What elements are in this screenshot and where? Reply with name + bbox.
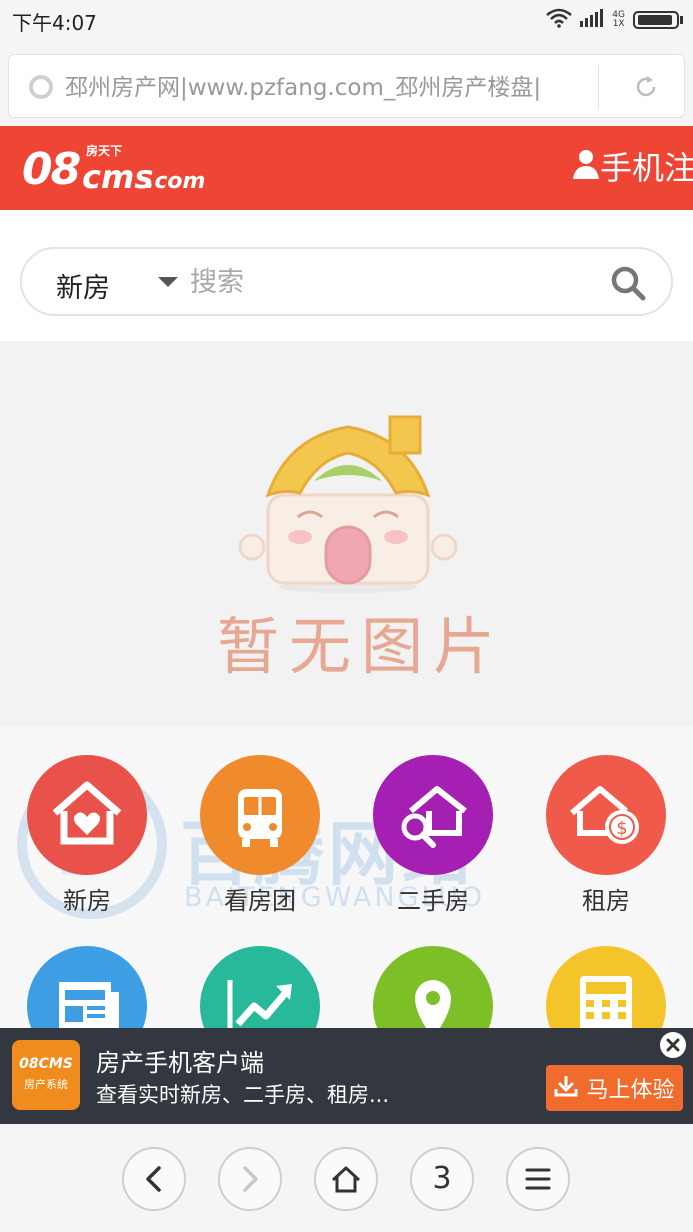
app-download-banner: 08CMS 房产系统 房产手机客户端 查看实时新房、二手房、租房... 马上体验 (0, 1028, 693, 1124)
battery-icon (633, 11, 679, 29)
hamburger-menu-icon (525, 1168, 551, 1190)
house-search-icon (401, 786, 467, 848)
search-input[interactable] (190, 262, 590, 302)
home-icon (331, 1166, 361, 1193)
nav-icon-circle: $ (546, 755, 666, 875)
promo-title: 房产手机客户端 (96, 1049, 264, 1077)
url-field[interactable]: 邳州房产网|www.pzfang.com_邳州房产楼盘| (8, 54, 685, 118)
browser-screen: 下午4:07 4G 1X 邳州房产网|www.pzfang.com_邳州房产楼盘… (0, 0, 693, 1232)
chevron-left-icon (146, 1166, 161, 1192)
house-coin-icon: $ (570, 786, 639, 844)
nav-item-price-trend[interactable] (180, 917, 340, 1028)
status-bar: 下午4:07 4G 1X (0, 0, 693, 40)
download-icon (554, 1075, 578, 1101)
nav-item-calculator[interactable] (526, 917, 686, 1028)
browser-bottom-bar: 3 (0, 1124, 693, 1232)
nav-label: 看房团 (224, 887, 296, 915)
nav-label: 二手房 (397, 887, 469, 915)
address-bar: 邳州房产网|www.pzfang.com_邳州房产楼盘| (0, 40, 693, 126)
nav-item-rental[interactable]: $ 租房 (526, 726, 686, 915)
nav-label: 新房 (63, 887, 111, 915)
nav-icon-circle (27, 755, 147, 875)
menu-button[interactable] (506, 1147, 570, 1211)
newspaper-icon (59, 982, 119, 1028)
calculator-icon (580, 976, 632, 1028)
bus-icon (238, 789, 282, 847)
logo-domain: .com (146, 169, 206, 194)
nav-icon-circle (546, 946, 666, 1028)
app-logo: 08CMS 房产系统 (12, 1040, 80, 1110)
promo-description: 查看实时新房、二手房、租房... (96, 1083, 390, 1107)
tab-count: 3 (432, 1161, 452, 1196)
back-button[interactable] (122, 1147, 186, 1211)
network-type-label: 4G 1X (612, 10, 625, 29)
register-label: 手机注册 (600, 149, 693, 187)
logo-numerals: 08 (22, 144, 81, 195)
status-time: 下午4:07 (12, 11, 97, 35)
search-area: 新房 (0, 210, 693, 341)
reload-icon[interactable] (631, 72, 661, 106)
nav-icon-circle (373, 755, 493, 875)
url-divider (598, 65, 599, 109)
nav-item-second-hand[interactable]: 二手房 (353, 726, 513, 915)
trend-chart-icon (227, 980, 292, 1028)
banner-caption: 暂无图片 (217, 610, 506, 683)
nav-item-map[interactable] (353, 917, 513, 1028)
search-box: 新房 (20, 247, 673, 316)
caret-down-icon[interactable] (158, 277, 178, 287)
logo-cms: cms (82, 158, 154, 196)
site-header: 08 房天下 cms .com 手机注册 (0, 126, 693, 210)
category-nav: 百腾网络 BAITENGWANGLUO 新房 看房团 二手房 $ 租房 (0, 726, 693, 1028)
house-heart-icon (52, 781, 122, 845)
nav-icon-circle (200, 946, 320, 1028)
app-logo-top: 08CMS (19, 1056, 73, 1072)
nav-icon-circle (200, 755, 320, 875)
search-icon[interactable] (608, 263, 648, 303)
register-link[interactable]: 手机注册 (572, 146, 693, 187)
nav-icon-circle (373, 946, 493, 1028)
battery-cap (680, 16, 683, 24)
status-icons: 4G 1X (546, 8, 683, 32)
url-text[interactable]: 邳州房产网|www.pzfang.com_邳州房产楼盘| (65, 72, 585, 104)
user-icon (572, 148, 600, 184)
nav-item-house-tour[interactable]: 看房团 (180, 726, 340, 915)
site-security-icon (29, 75, 53, 99)
chevron-right-icon (243, 1166, 258, 1192)
tabs-button[interactable]: 3 (410, 1147, 474, 1211)
wifi-icon (546, 8, 573, 32)
nav-item-new-house[interactable]: 新房 (7, 726, 167, 915)
search-category-select[interactable]: 新房 (56, 266, 110, 305)
nav-icon-circle (27, 946, 147, 1028)
svg-text:$: $ (616, 818, 627, 839)
house-mascot-image (228, 407, 468, 601)
app-logo-bottom: 房产系统 (24, 1078, 68, 1091)
nav-label: 租房 (582, 887, 630, 915)
nav-item-news[interactable] (7, 917, 167, 1028)
forward-button[interactable] (218, 1147, 282, 1211)
close-icon[interactable] (660, 1032, 686, 1058)
signal-icon (580, 9, 604, 31)
map-pin-icon (415, 980, 451, 1028)
try-now-label: 马上体验 (586, 1078, 675, 1103)
banner-placeholder[interactable]: 暂无图片 (0, 341, 693, 726)
home-button[interactable] (314, 1147, 378, 1211)
logo-tagline: 房天下 (86, 144, 123, 158)
try-now-button[interactable]: 马上体验 (546, 1065, 683, 1111)
